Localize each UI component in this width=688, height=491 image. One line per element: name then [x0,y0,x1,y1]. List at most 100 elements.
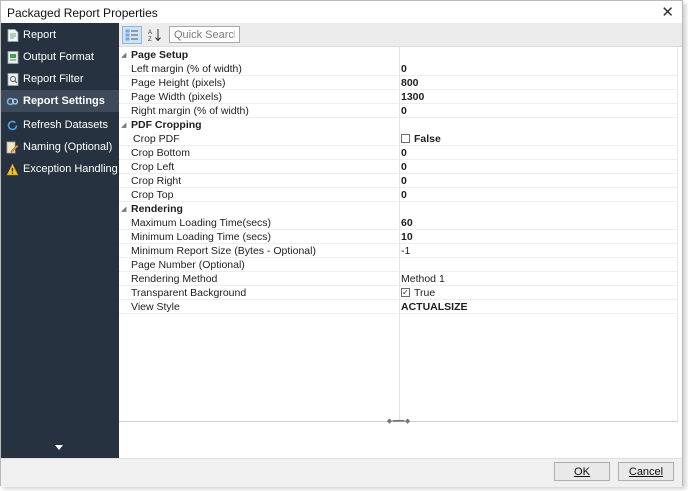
property-label: Crop Left [131,161,175,173]
dialog-footer: OK Cancel [1,458,682,487]
property-label: Rendering Method [131,273,218,285]
naming-icon [6,141,19,154]
quick-search-input[interactable] [169,26,240,43]
property-label: Maximum Loading Time(secs) [131,217,272,229]
property-row-crop-left[interactable]: Crop Left 0 [119,160,678,174]
property-value[interactable]: False [401,132,441,146]
property-value[interactable]: 10 [401,230,413,244]
property-label: Right margin (% of width) [131,105,249,117]
description-pane: ◆ ▪▪▪▪▪▪▪▪ ◆ [119,418,678,458]
property-value[interactable]: 0 [401,62,407,76]
property-value[interactable]: 0 [401,104,407,118]
title-bar: Packaged Report Properties ✕ [1,1,682,23]
category-title: PDF Cropping [131,119,202,131]
property-label: Transparent Background [131,287,247,299]
property-label: Crop Right [131,175,182,187]
category-pdf-cropping[interactable]: ◢ PDF Cropping [119,118,678,132]
sidebar-item-label: Report Filter [23,73,84,85]
property-row-min-loading-time[interactable]: Minimum Loading Time (secs) 10 [119,230,678,244]
category-page-setup[interactable]: ◢ Page Setup [119,48,678,62]
property-value[interactable]: 0 [401,188,407,202]
sidebar-item-label: Report Settings [23,95,105,107]
property-row-min-report-size[interactable]: Minimum Report Size (Bytes - Optional) -… [119,244,678,258]
property-toolbar: AZ [119,23,682,47]
property-value[interactable]: 0 [401,146,407,160]
crop-pdf-checkbox[interactable] [401,134,410,143]
property-label: Left margin (% of width) [131,63,242,75]
cancel-button[interactable]: Cancel [618,462,674,481]
property-row-page-number[interactable]: Page Number (Optional) [119,258,678,272]
svg-text:A: A [148,30,152,36]
property-row-left-margin[interactable]: Left margin (% of width) 0 [119,62,678,76]
sidebar-item-label: Naming (Optional) [23,141,113,153]
property-row-transparent-background[interactable]: Transparent Background True [119,286,678,300]
property-value[interactable]: 800 [401,76,419,90]
category-rendering[interactable]: ◢ Rendering [119,202,678,216]
categorized-view-icon[interactable] [122,26,142,44]
sidebar-item-label: Report [23,29,57,41]
transparent-background-checkbox[interactable] [401,286,410,300]
splitter-grip-icon[interactable]: ◆ ▪▪▪▪▪▪▪▪ ◆ [371,418,425,425]
property-value[interactable]: 0 [401,174,407,188]
sidebar-item-report[interactable]: Report [1,24,119,46]
property-row-rendering-method[interactable]: Rendering Method Method 1 [119,272,678,286]
sidebar-item-refresh-datasets[interactable]: Refresh Datasets [1,114,119,136]
property-row-crop-pdf[interactable]: Crop PDF False [119,132,678,146]
sidebar-item-report-settings[interactable]: Report Settings [1,90,119,112]
property-row-page-width[interactable]: Page Width (pixels) 1300 [119,90,678,104]
sidebar-item-naming[interactable]: Naming (Optional) [1,136,119,158]
checkbox-value: False [414,133,441,145]
report-settings-icon [6,95,19,108]
property-value[interactable]: 60 [401,216,413,230]
sidebar-item-label: Output Format [23,51,94,63]
warning-icon [6,162,19,176]
close-icon[interactable]: ✕ [661,3,674,21]
property-label: Page Height (pixels) [131,77,226,89]
window-title: Packaged Report Properties [7,6,158,20]
collapse-icon[interactable]: ◢ [121,203,126,217]
property-row-page-height[interactable]: Page Height (pixels) 800 [119,76,678,90]
refresh-icon [6,119,19,132]
report-icon [6,28,19,42]
sidebar-item-exception-handling[interactable]: Exception Handling [1,158,119,180]
property-value[interactable]: 1300 [401,90,424,104]
property-panel: AZ ◢ Page Setup Left margin (% of width)… [119,23,682,458]
sidebar-item-label: Exception Handling [23,163,118,175]
property-row-crop-right[interactable]: Crop Right 0 [119,174,678,188]
property-label: Crop Bottom [131,147,190,159]
svg-text:Z: Z [148,37,152,42]
chevron-down-icon[interactable] [55,445,63,450]
property-value[interactable]: 0 [401,160,407,174]
category-title: Page Setup [131,49,189,61]
output-format-icon [6,50,19,64]
collapse-icon[interactable]: ◢ [121,119,126,133]
sidebar: Report Output Format Report Filter Repor… [1,23,119,458]
sidebar-item-output-format[interactable]: Output Format [1,46,119,68]
cancel-button-label: Cancel [628,465,664,478]
report-filter-icon [6,72,19,86]
collapse-icon[interactable]: ◢ [121,49,126,63]
property-row-view-style[interactable]: View Style ACTUALSIZE [119,300,678,314]
property-row-crop-top[interactable]: Crop Top 0 [119,188,678,202]
packaged-report-properties-dialog: Packaged Report Properties ✕ Report Outp… [0,0,683,487]
sort-alphabetical-icon[interactable]: AZ [145,26,165,44]
property-label: Minimum Loading Time (secs) [131,231,272,243]
property-label: Page Width (pixels) [131,91,223,103]
property-value[interactable]: ACTUALSIZE [401,300,468,314]
checkbox-value: True [414,287,436,299]
property-row-right-margin[interactable]: Right margin (% of width) 0 [119,104,678,118]
property-grid: ◢ Page Setup Left margin (% of width) 0 … [119,47,678,421]
property-row-max-loading-time[interactable]: Maximum Loading Time(secs) 60 [119,216,678,230]
property-row-crop-bottom[interactable]: Crop Bottom 0 [119,146,678,160]
sidebar-item-report-filter[interactable]: Report Filter [1,68,119,90]
ok-button-label: OK [574,465,590,478]
property-label: View Style [131,301,180,313]
property-label: Crop Top [131,189,174,201]
property-label: Crop PDF [133,133,180,145]
property-value[interactable]: Method 1 [401,272,445,286]
property-value[interactable]: True [401,286,435,300]
sidebar-item-label: Refresh Datasets [23,119,108,131]
category-title: Rendering [131,203,183,215]
ok-button[interactable]: OK [554,462,610,481]
property-value[interactable]: -1 [401,244,410,258]
